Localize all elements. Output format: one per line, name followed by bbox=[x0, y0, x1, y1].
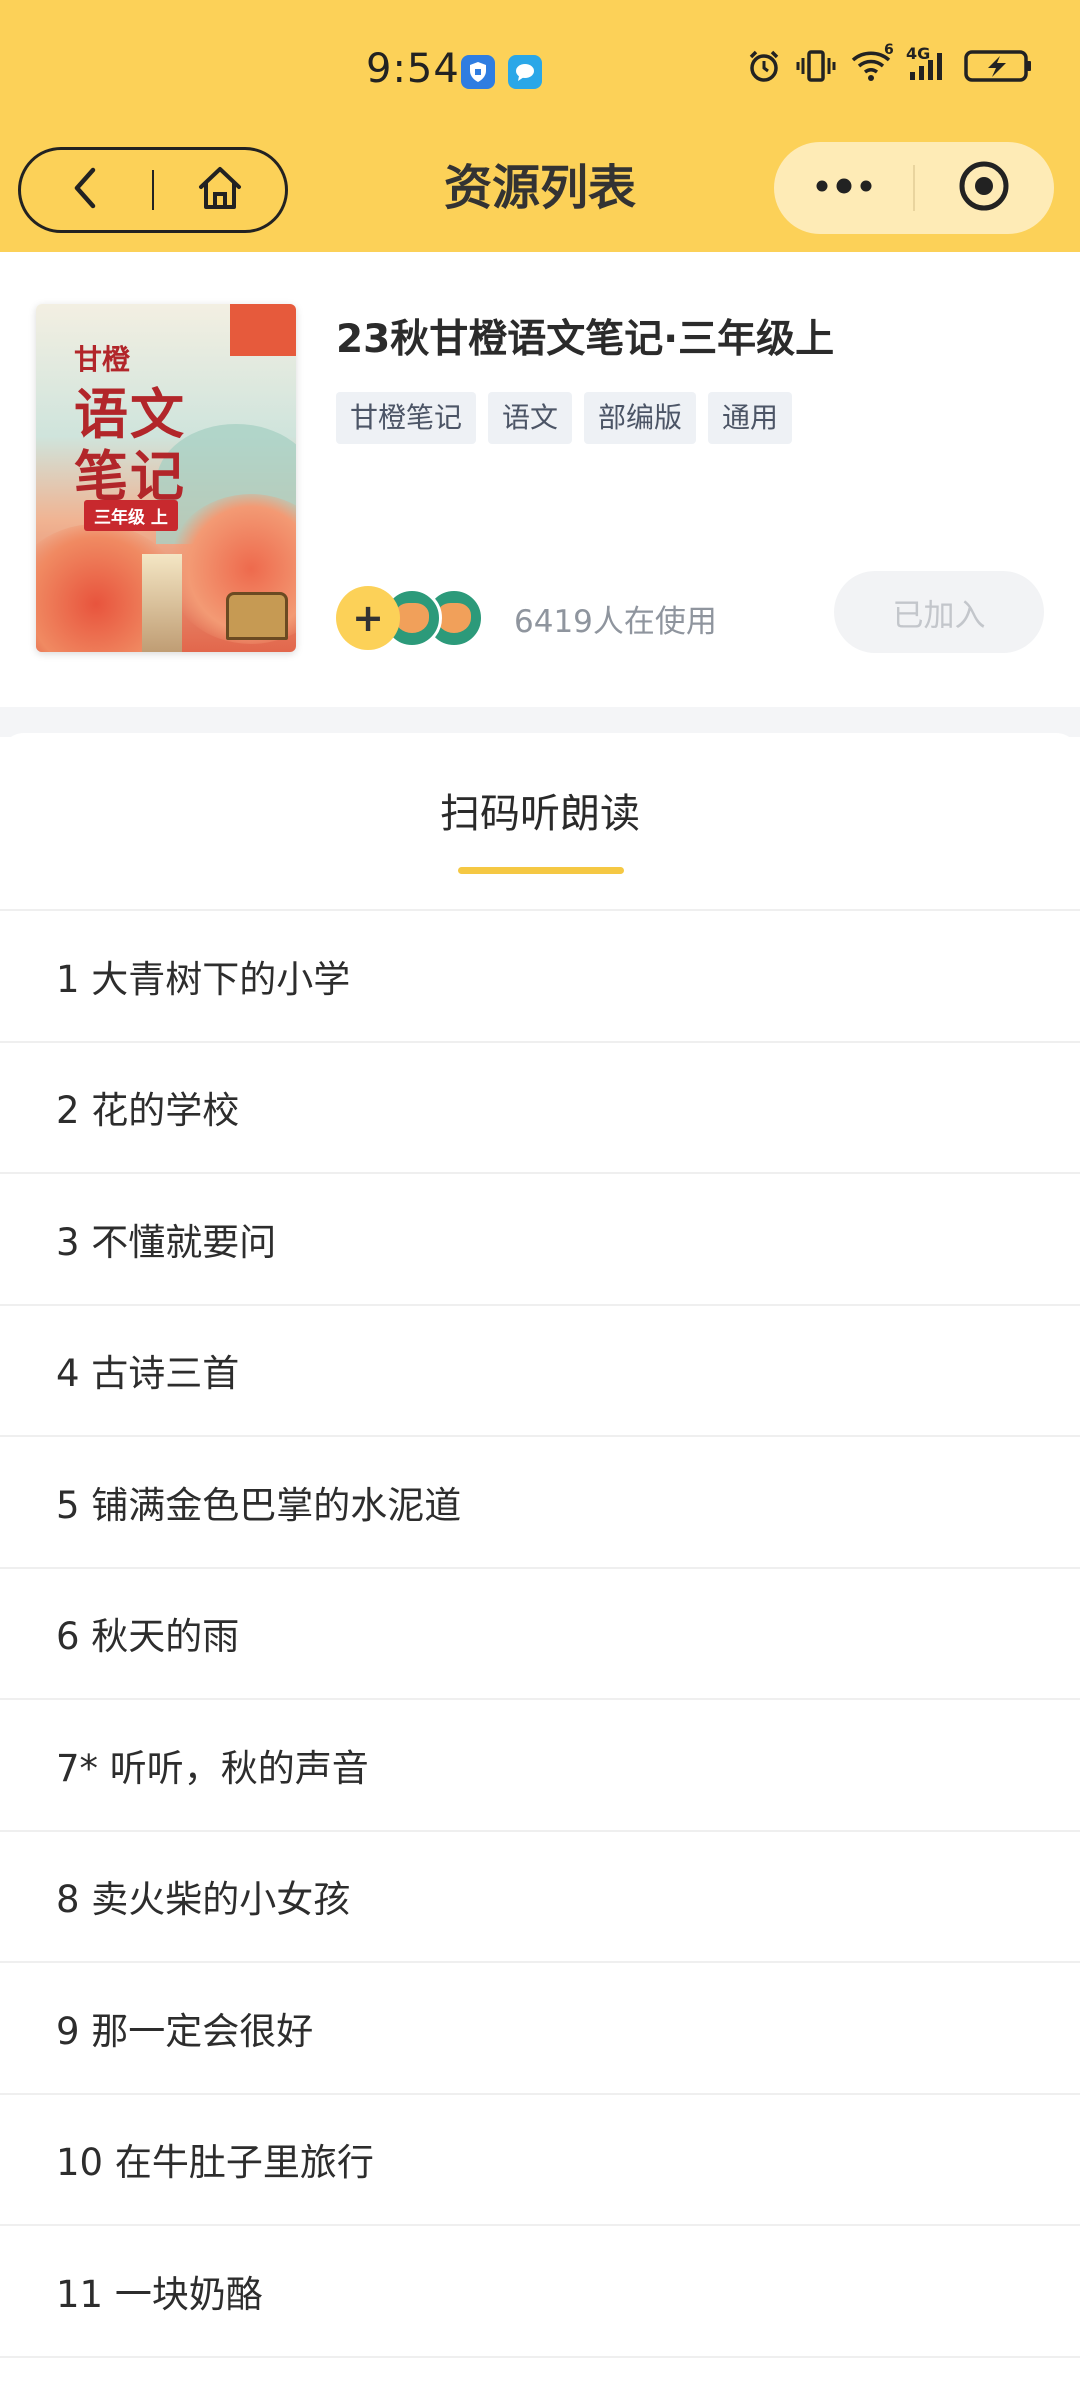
list-item[interactable]: 1 大青树下的小学 bbox=[0, 911, 1080, 1043]
list-item[interactable]: 2 花的学校 bbox=[0, 1043, 1080, 1174]
back-button[interactable] bbox=[21, 150, 152, 230]
message-app-icon bbox=[508, 55, 542, 89]
list-item[interactable]: 5 铺满金色巴掌的水泥道 bbox=[0, 1437, 1080, 1569]
cover-grade: 三年级 上 bbox=[84, 500, 178, 531]
list-item[interactable]: 10 在牛肚子里旅行 bbox=[0, 2095, 1080, 2226]
status-icons: 6 4G bbox=[746, 42, 1034, 84]
chevron-left-icon bbox=[71, 166, 101, 214]
resource-list-card: 扫码听朗读 1 大青树下的小学 2 花的学校 3 不懂就要问 4 古诗三首 5 … bbox=[0, 733, 1080, 2387]
list-item[interactable]: 7* 听听，秋的声音 bbox=[0, 1700, 1080, 1832]
plus-icon[interactable]: + bbox=[336, 586, 400, 650]
wifi-icon: 6 bbox=[850, 42, 894, 84]
joined-button[interactable]: 已加入 bbox=[834, 571, 1044, 653]
tab-bar: 扫码听朗读 bbox=[0, 733, 1080, 911]
shield-app-icon bbox=[461, 55, 495, 89]
status-time: 9:54 bbox=[366, 46, 460, 92]
app-header: 9:54 6 4G 资源列表 bbox=[0, 0, 1080, 252]
battery-charging-icon bbox=[964, 48, 1034, 84]
target-icon bbox=[956, 158, 1012, 218]
users-row: + 6419人在使用 bbox=[336, 584, 717, 652]
home-icon bbox=[195, 163, 245, 217]
vibrate-icon bbox=[796, 48, 836, 84]
tag: 部编版 bbox=[584, 392, 697, 444]
tag-list: 甘橙笔记 语文 部编版 通用 bbox=[336, 392, 793, 444]
user-count: 6419人在使用 bbox=[514, 603, 717, 640]
tag: 通用 bbox=[708, 392, 793, 444]
list-item[interactable]: 9 那一定会很好 bbox=[0, 1963, 1080, 2095]
nav-capsule-left bbox=[18, 147, 288, 233]
tag: 语文 bbox=[488, 392, 573, 444]
nav-capsule-right bbox=[774, 142, 1054, 234]
list-item[interactable]: 6 秋天的雨 bbox=[0, 1569, 1080, 1700]
more-dots-icon bbox=[812, 176, 876, 200]
tag: 甘橙笔记 bbox=[336, 392, 477, 444]
tab-active-indicator bbox=[458, 867, 624, 874]
lesson-list: 1 大青树下的小学 2 花的学校 3 不懂就要问 4 古诗三首 5 铺满金色巴掌… bbox=[0, 911, 1080, 2358]
more-button[interactable] bbox=[774, 142, 913, 234]
list-item[interactable]: 3 不懂就要问 bbox=[0, 1174, 1080, 1306]
book-info: 甘橙 语文 笔记 三年级 上 23秋甘橙语文笔记·三年级上 甘橙笔记 语文 部编… bbox=[0, 252, 1080, 707]
list-item[interactable]: 11 一块奶酪 bbox=[0, 2226, 1080, 2358]
tab-scan-listen[interactable]: 扫码听朗读 bbox=[0, 781, 1080, 839]
book-cover[interactable]: 甘橙 语文 笔记 三年级 上 bbox=[36, 304, 296, 652]
signal-icon: 4G bbox=[906, 44, 950, 84]
list-item[interactable]: 4 古诗三首 bbox=[0, 1306, 1080, 1437]
network-type: 4G bbox=[906, 44, 931, 63]
sim-marker: 6 bbox=[884, 42, 894, 58]
list-item[interactable]: 8 卖火柴的小女孩 bbox=[0, 1832, 1080, 1963]
close-miniapp-button[interactable] bbox=[915, 142, 1054, 234]
alarm-icon bbox=[746, 48, 782, 84]
home-button[interactable] bbox=[154, 150, 285, 230]
book-title: 23秋甘橙语文笔记·三年级上 bbox=[336, 317, 835, 362]
